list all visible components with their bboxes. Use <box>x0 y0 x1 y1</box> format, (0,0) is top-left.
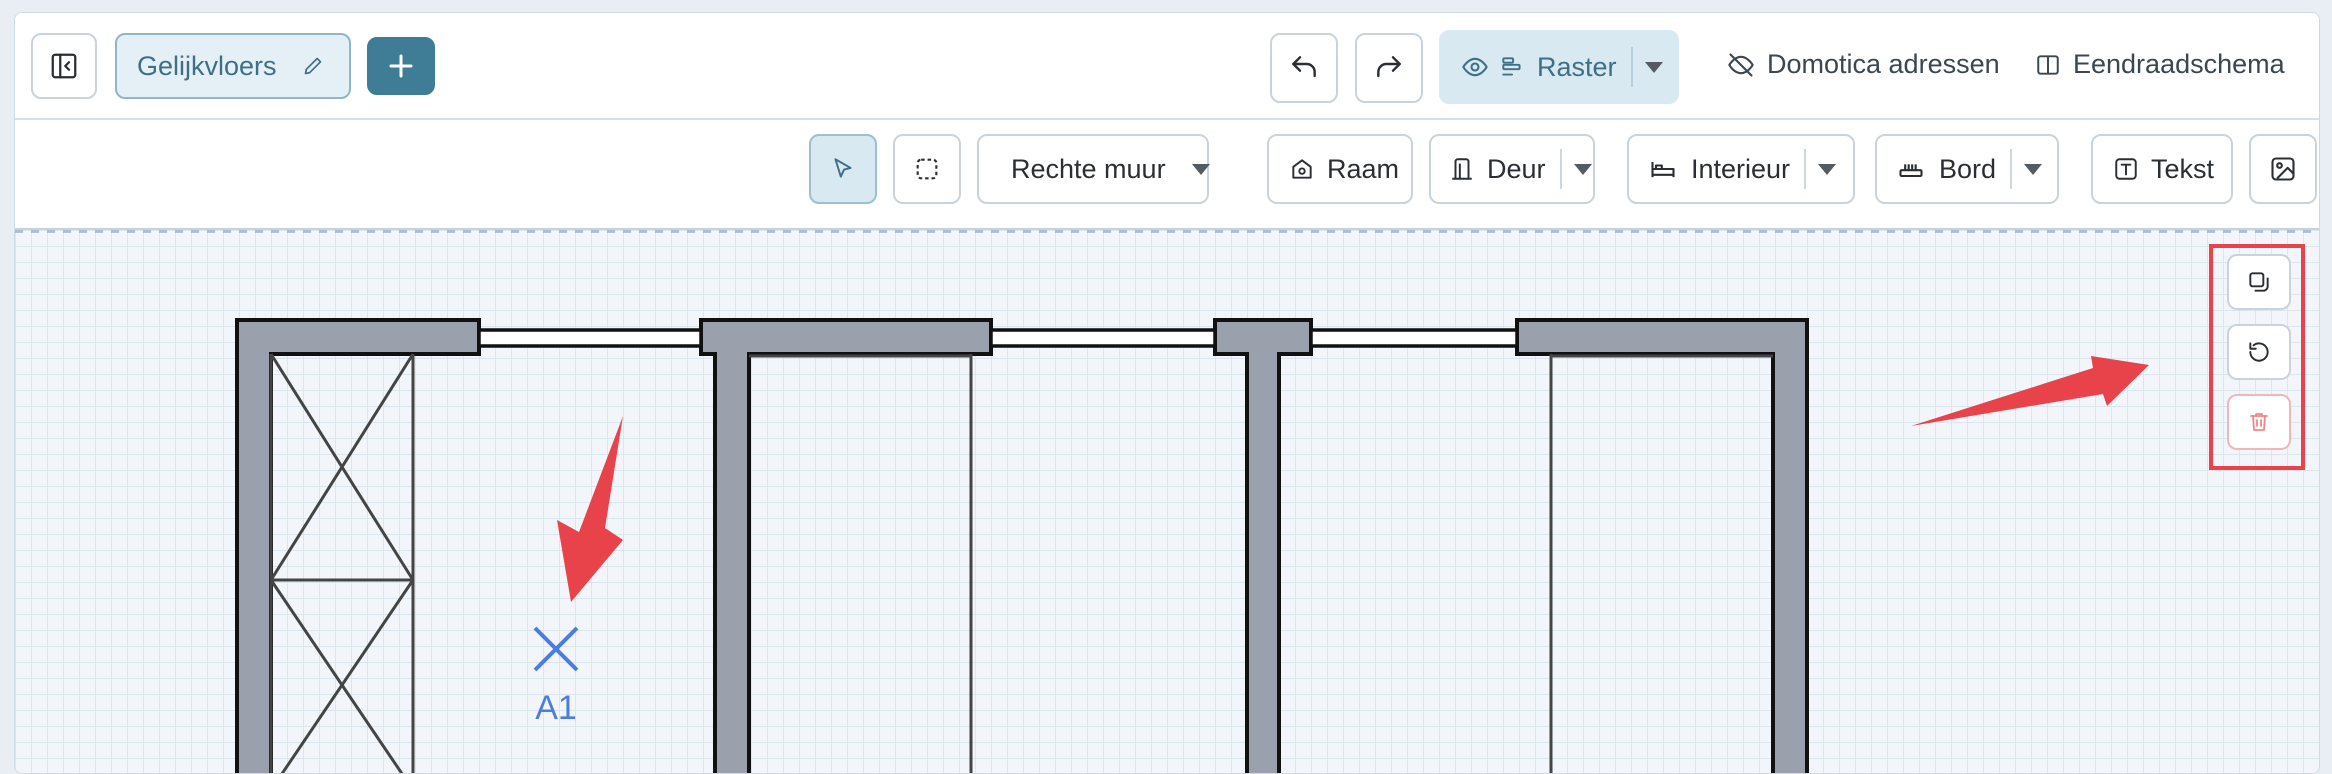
annotation-arrow-right <box>1911 356 2149 426</box>
rotate-ccw-icon <box>2249 342 2269 362</box>
drawing-toolbar: Rechte muur Raam Deur Interieur Bord Tek… <box>15 120 2319 230</box>
align-left-icon <box>1502 57 1521 76</box>
window-label: Raam <box>1327 153 1400 184</box>
raster-toggle-button[interactable]: Raster <box>1439 30 1679 104</box>
copy-icon <box>2249 272 2269 292</box>
door-dropdown-caret[interactable] <box>1573 163 1592 175</box>
sidebar-toggle-button[interactable] <box>31 33 97 99</box>
wall-tool-button[interactable]: Rechte muur <box>977 134 1210 204</box>
text-tool-button[interactable]: Tekst <box>2091 134 2233 204</box>
board-label: Bord <box>1939 153 1997 184</box>
floor-tab-label: Gelijkvloers <box>137 50 277 81</box>
copy-button[interactable] <box>2227 254 2291 310</box>
image-tool-button[interactable] <box>2249 134 2317 204</box>
marker-a1[interactable]: A1 <box>533 626 579 727</box>
marquee-select-button[interactable] <box>893 134 961 204</box>
interior-dropdown-caret[interactable] <box>1818 163 1837 175</box>
window-segments[interactable] <box>477 328 1519 348</box>
undo-icon <box>1292 56 1316 78</box>
floorplan-drawing[interactable]: A1 <box>15 230 2319 774</box>
domotica-addresses-button[interactable]: Domotica adressen <box>1727 49 2000 80</box>
floorplan-canvas[interactable]: A1 <box>15 230 2319 774</box>
wall-label: Rechte muur <box>1011 153 1166 184</box>
delete-button[interactable] <box>2227 394 2291 450</box>
marker-a1-label: A1 <box>535 689 577 727</box>
eye-off-icon <box>1728 52 1754 77</box>
door-label: Deur <box>1487 153 1546 184</box>
wall-dropdown-caret[interactable] <box>1191 163 1210 175</box>
text-box-icon <box>2115 158 2137 180</box>
top-bar: Gelijkvloers Raster Domotica adressen Ee… <box>15 13 2319 120</box>
plus-icon <box>389 54 413 78</box>
bed-icon <box>1651 162 1675 178</box>
undo-button[interactable] <box>1270 33 1338 103</box>
trash-icon <box>2250 413 2268 431</box>
eye-icon <box>1462 57 1488 77</box>
eendraad-label: Eendraadschema <box>2073 49 2285 79</box>
add-floor-button[interactable] <box>367 37 435 95</box>
door-tool-button[interactable]: Deur <box>1429 134 1595 204</box>
panel-board-icon <box>1899 164 1923 178</box>
window-tool-button[interactable]: Raam <box>1267 134 1413 204</box>
app-window: Gelijkvloers Raster Domotica adressen Ee… <box>14 12 2320 774</box>
columns-icon <box>2037 54 2059 75</box>
image-icon <box>2271 157 2295 181</box>
interior-label: Interieur <box>1691 153 1791 184</box>
domotica-label: Domotica adressen <box>1767 49 2000 79</box>
interior-lines <box>269 353 1773 773</box>
cursor-pointer-icon <box>834 158 852 178</box>
pencil-icon[interactable] <box>303 56 323 76</box>
rotate-button[interactable] <box>2227 324 2291 380</box>
raster-dropdown-caret[interactable] <box>1644 61 1663 73</box>
board-tool-button[interactable]: Bord <box>1875 134 2059 204</box>
raster-label: Raster <box>1537 51 1617 82</box>
annotation-arrow-left <box>557 416 623 602</box>
eendraadschema-button[interactable]: Eendraadschema <box>2035 49 2285 80</box>
house-icon <box>1292 159 1312 179</box>
wall-segments[interactable] <box>235 318 1809 774</box>
redo-icon <box>1377 56 1401 78</box>
text-label: Tekst <box>2151 153 2215 184</box>
select-tool-button[interactable] <box>809 134 877 204</box>
redo-button[interactable] <box>1355 33 1423 103</box>
dashed-square-icon <box>916 158 938 180</box>
door-icon <box>1452 158 1472 180</box>
panel-left-collapse-icon <box>51 53 77 79</box>
interior-tool-button[interactable]: Interieur <box>1627 134 1855 204</box>
floor-tab[interactable]: Gelijkvloers <box>115 33 351 99</box>
board-dropdown-caret[interactable] <box>2024 163 2043 175</box>
